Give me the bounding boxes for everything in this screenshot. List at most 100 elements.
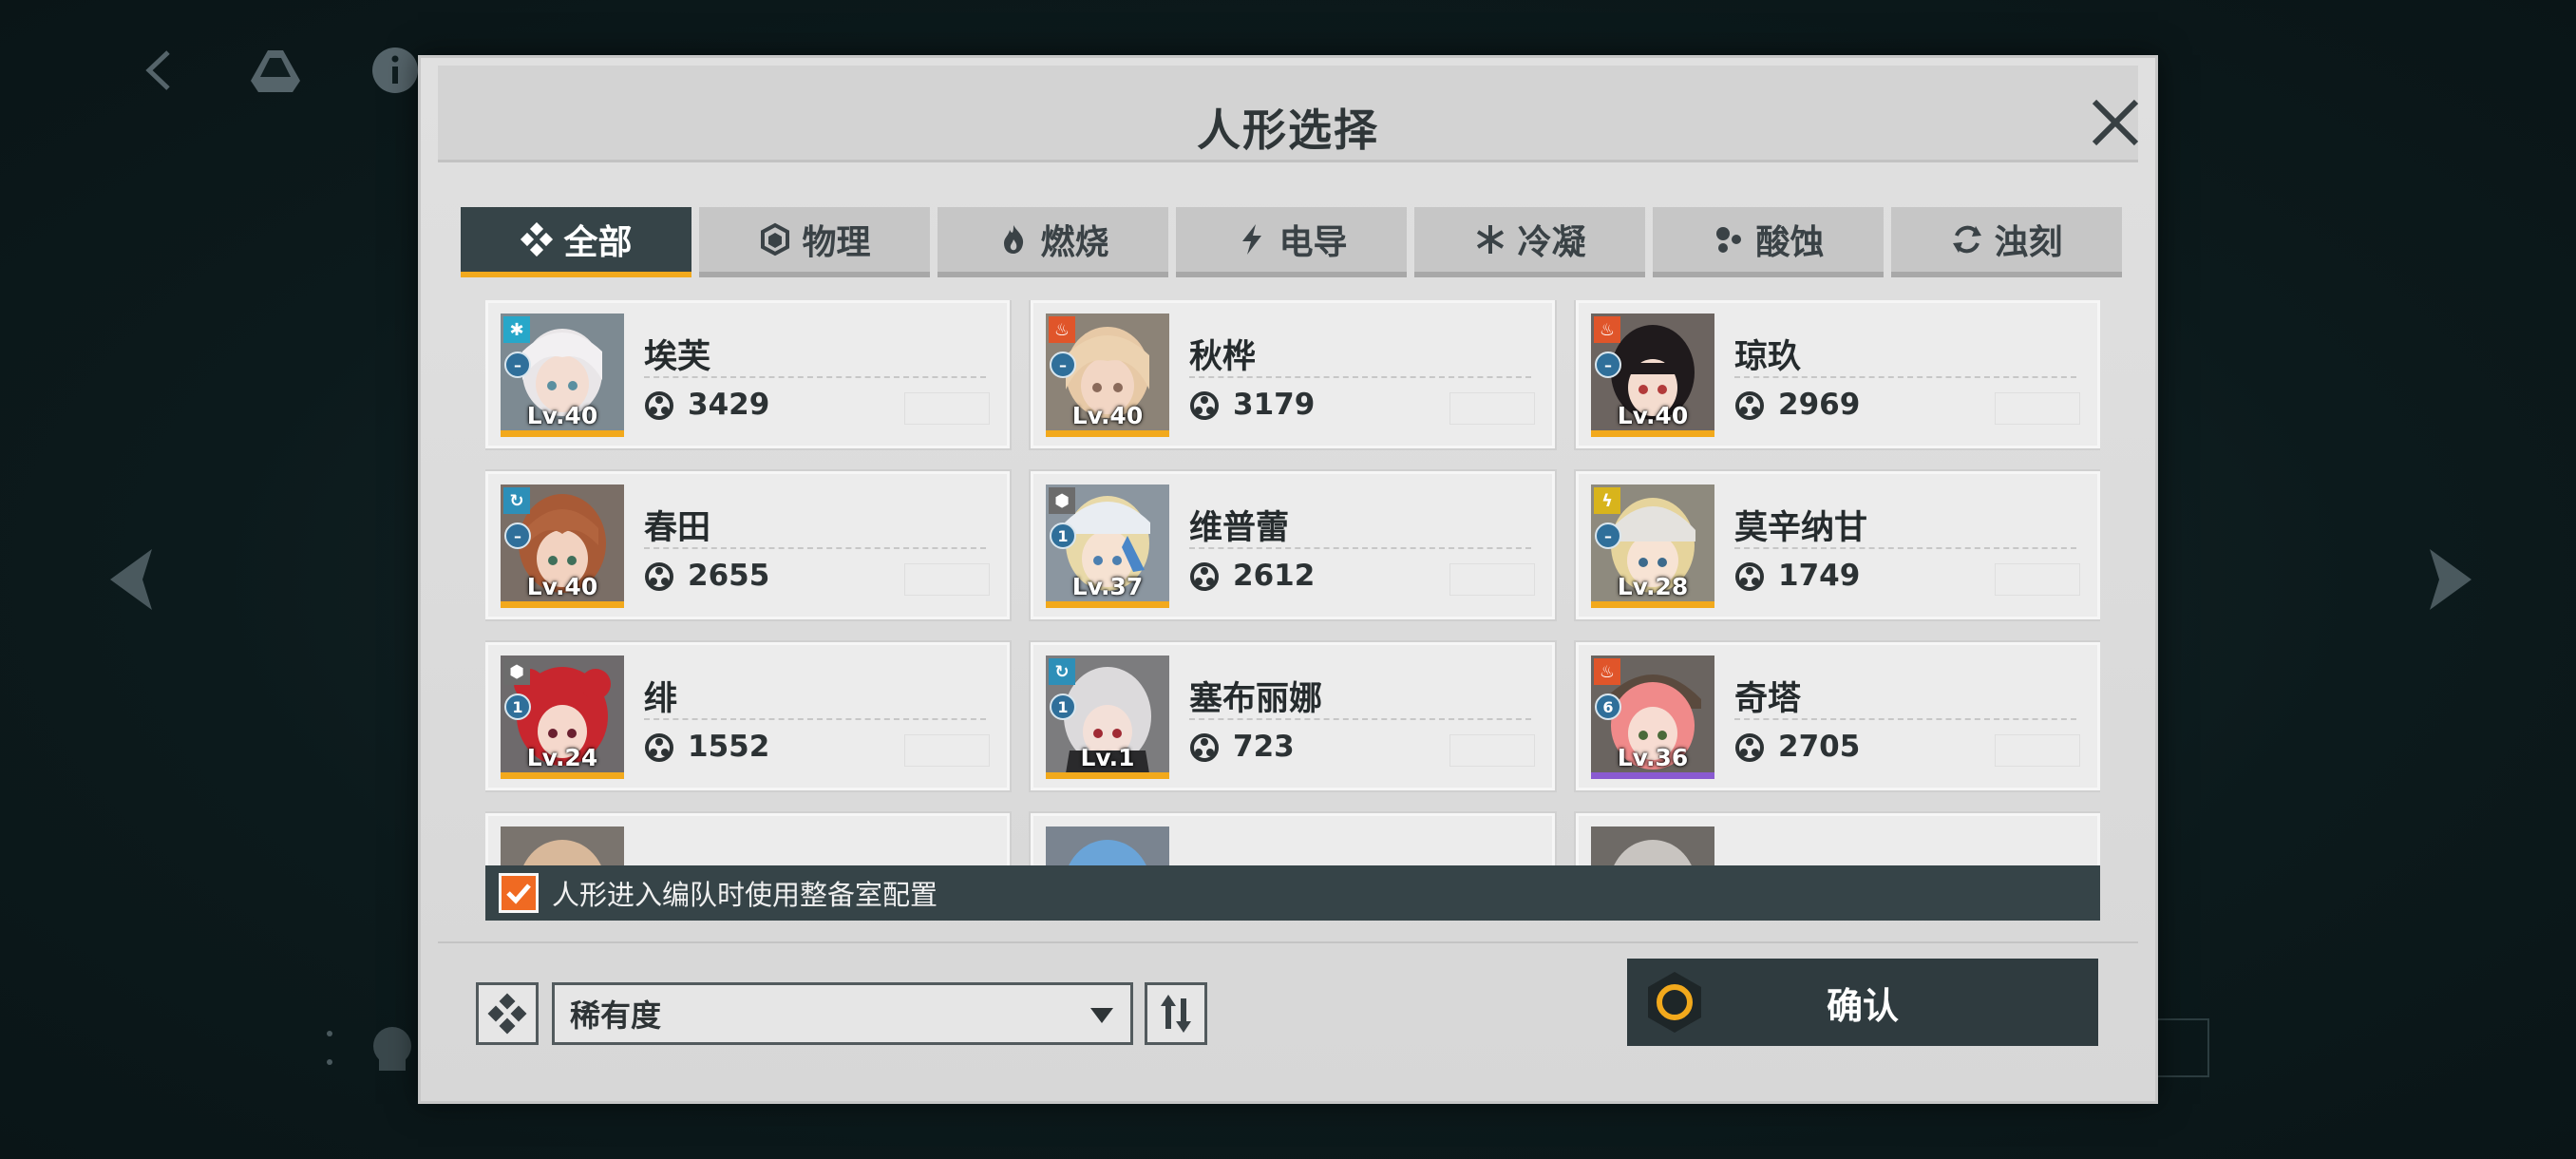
- doll-name: 埃芙: [644, 338, 711, 376]
- confirm-button[interactable]: 确认: [1627, 959, 2098, 1046]
- doll-name: 琼玖: [1734, 338, 1802, 376]
- tab-electric[interactable]: 电导: [1176, 207, 1407, 277]
- snowflake-icon: [1477, 225, 1505, 254]
- close-button[interactable]: [2083, 90, 2148, 155]
- flame-icon: ♨: [1049, 316, 1075, 343]
- hexagon-icon: [761, 222, 790, 256]
- tab-burn[interactable]: 燃烧: [938, 207, 1168, 277]
- tab-corrode[interactable]: 浊刻: [1891, 207, 2122, 277]
- rarity-bar: [501, 601, 624, 608]
- filter-button[interactable]: [476, 982, 539, 1045]
- card-stamp-decoration: [1449, 734, 1535, 767]
- divider: [1734, 718, 2076, 720]
- rarity-bar: [1591, 601, 1714, 608]
- doll-name: 奇塔: [1734, 680, 1802, 718]
- rarity-bar: [501, 430, 624, 437]
- card-stamp-decoration: [1449, 563, 1535, 596]
- doll-portrait: ↻ 1 Lv.1: [1046, 656, 1169, 779]
- hexagon-icon: ⬢: [503, 658, 530, 685]
- dialog-header: 人形选择: [438, 66, 2139, 162]
- combat-power: 3179: [1233, 388, 1316, 422]
- doll-card[interactable]: ϟ – Lv.28 莫辛纳甘 1749: [1576, 471, 2100, 619]
- card-stamp-decoration: [1995, 392, 2080, 425]
- combat-power: 2612: [1233, 559, 1316, 593]
- rarity-bar: [501, 772, 624, 779]
- robot-icon: [366, 1021, 419, 1074]
- hexagon-ring-icon: [1648, 972, 1701, 1033]
- sort-selected-value: 稀有度: [570, 998, 662, 1034]
- sort-dropdown[interactable]: 稀有度: [552, 982, 1133, 1045]
- doll-level: Lv.40: [1617, 402, 1689, 429]
- use-loadout-label: 人形进入编队时使用整备室配置: [552, 879, 938, 911]
- doll-card[interactable]: ⬢ 1 Lv.24 绯 1552: [485, 642, 1010, 790]
- diamond-grid-icon: [521, 222, 554, 256]
- tab-all[interactable]: 全部: [461, 207, 691, 277]
- doll-level: Lv.24: [526, 744, 598, 771]
- checkmark-icon: [506, 884, 531, 904]
- card-stamp-decoration: [1449, 392, 1535, 425]
- doll-portrait: ♨ – Lv.40: [1046, 314, 1169, 437]
- divider: [644, 376, 986, 378]
- doll-portrait: ↻ – Lv.40: [501, 484, 624, 608]
- lightning-icon: ϟ: [1594, 487, 1620, 514]
- divider: [1734, 376, 2076, 378]
- divider: [644, 718, 986, 720]
- divider: [1189, 547, 1531, 549]
- combat-power-icon: [645, 562, 673, 591]
- sort-order-button[interactable]: [1145, 982, 1207, 1045]
- drive-icon[interactable]: [245, 40, 306, 101]
- doll-card[interactable]: ♨ 6 Lv.36 奇塔 2705: [1576, 642, 2100, 790]
- rank-badge: 1: [504, 694, 531, 720]
- card-stamp-decoration: [904, 734, 990, 767]
- doll-list[interactable]: ✱ – Lv.40 埃芙 3429 ♨ – Lv.40 秋桦 3179 ♨ – …: [485, 300, 2100, 906]
- combat-power-icon: [1735, 562, 1764, 591]
- combat-power: 2655: [688, 559, 770, 593]
- info-icon[interactable]: [365, 40, 426, 101]
- tab-label: 冷凝: [1517, 223, 1586, 262]
- combat-power-icon: [1190, 391, 1219, 420]
- swirl-icon: ↻: [1049, 658, 1075, 685]
- doll-name: 塞布丽娜: [1189, 680, 1323, 718]
- flame-icon: ♨: [1594, 658, 1620, 685]
- doll-level: Lv.37: [1071, 573, 1144, 600]
- card-stamp-decoration: [1995, 734, 2080, 767]
- rarity-bar: [1046, 772, 1169, 779]
- rank-badge: –: [1595, 522, 1621, 549]
- tab-label: 燃烧: [1040, 223, 1109, 262]
- doll-card[interactable]: ⬢ 1 Lv.37 维普蕾 2612: [1031, 471, 1555, 619]
- rank-badge: 6: [1595, 694, 1621, 720]
- confirm-label: 确认: [1826, 984, 1899, 1027]
- lightning-icon: [1242, 224, 1262, 255]
- doll-level: Lv.36: [1617, 744, 1689, 771]
- tab-acid[interactable]: 酸蚀: [1653, 207, 1884, 277]
- next-arrow-icon[interactable]: [2420, 543, 2477, 616]
- back-icon[interactable]: [128, 40, 189, 101]
- doll-name: 春田: [644, 509, 711, 547]
- doll-card[interactable]: ↻ – Lv.40 春田 2655: [485, 471, 1010, 619]
- combat-power: 723: [1233, 730, 1295, 764]
- doll-card[interactable]: ✱ – Lv.40 埃芙 3429: [485, 300, 1010, 448]
- card-stamp-decoration: [904, 563, 990, 596]
- doll-card[interactable]: ↻ 1 Lv.1 塞布丽娜 723: [1031, 642, 1555, 790]
- rarity-bar: [1046, 430, 1169, 437]
- rarity-bar: [1591, 772, 1714, 779]
- doll-card[interactable]: ♨ – Lv.40 秋桦 3179: [1031, 300, 1555, 448]
- doll-portrait: ♨ 6 Lv.36: [1591, 656, 1714, 779]
- prev-arrow-icon[interactable]: [104, 543, 161, 616]
- doll-portrait: ⬢ 1 Lv.24: [501, 656, 624, 779]
- doll-card[interactable]: ♨ – Lv.40 琼玖 2969: [1576, 300, 2100, 448]
- doll-portrait: ✱ – Lv.40: [501, 314, 624, 437]
- diamond-grid-icon: [487, 993, 527, 1035]
- element-filter-tabs: 全部 物理 燃烧 电导 冷凝 酸蚀 浊刻: [461, 207, 2122, 277]
- rank-badge: –: [1595, 352, 1621, 378]
- use-loadout-checkbox[interactable]: [499, 873, 539, 913]
- combat-power-icon: [645, 733, 673, 762]
- swirl-icon: ↻: [503, 487, 530, 514]
- acid-dots-icon: [1716, 227, 1742, 253]
- tab-physical[interactable]: 物理: [699, 207, 930, 277]
- rarity-bar: [1046, 601, 1169, 608]
- doll-portrait: ♨ – Lv.40: [1591, 314, 1714, 437]
- loadout-config-bar: 人形进入编队时使用整备室配置: [485, 865, 2100, 921]
- sort-order-icon: [1161, 995, 1191, 1033]
- tab-freeze[interactable]: 冷凝: [1414, 207, 1645, 277]
